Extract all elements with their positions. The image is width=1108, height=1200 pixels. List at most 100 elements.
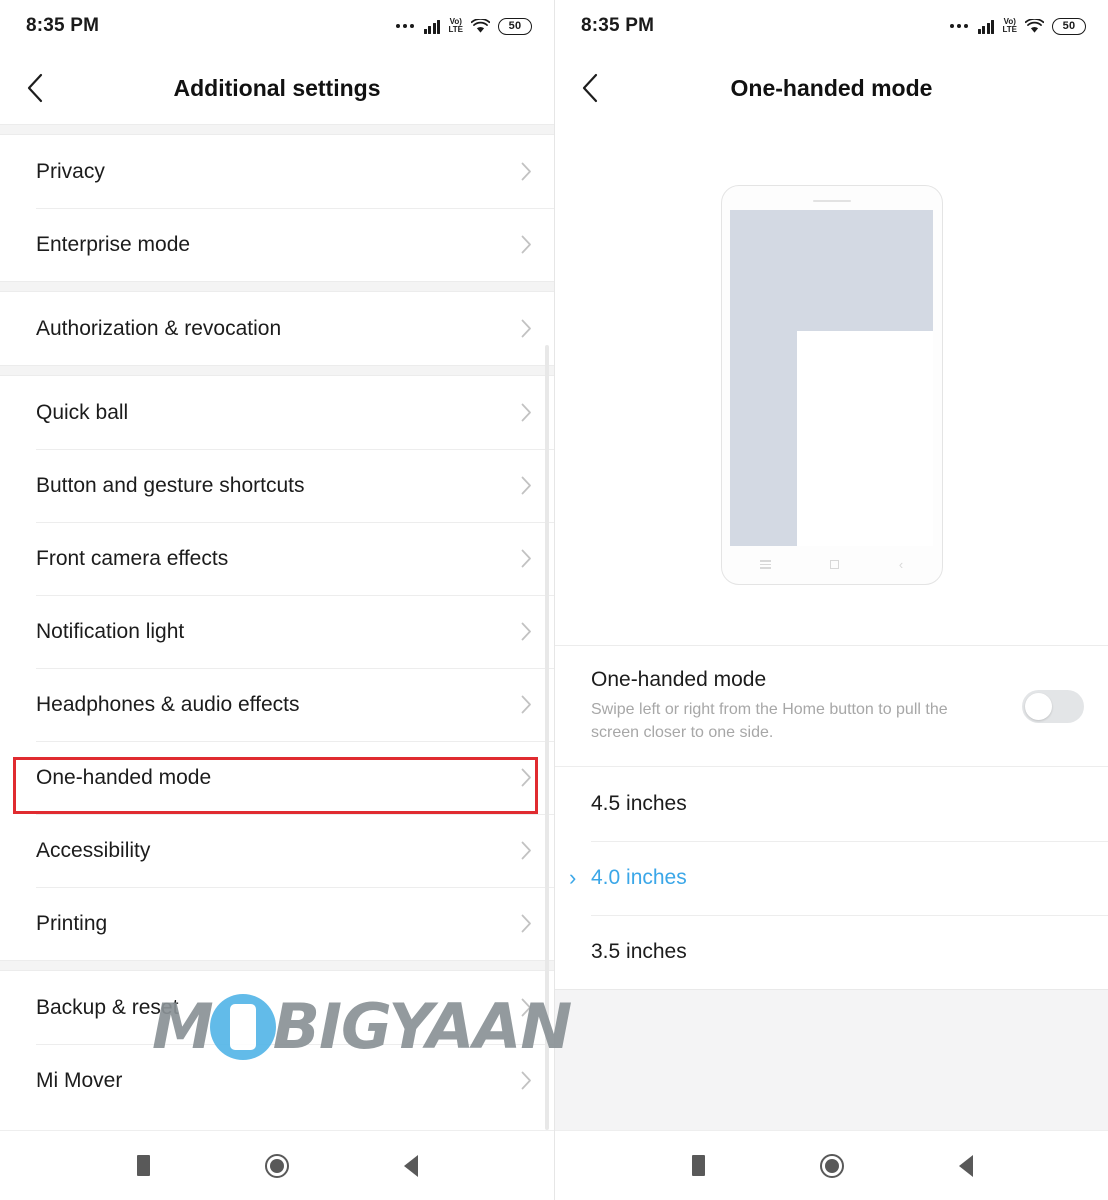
- chevron-right-icon: [521, 235, 532, 254]
- list-item-label: Button and gesture shortcuts: [36, 473, 305, 497]
- back-button[interactable]: [388, 1143, 434, 1189]
- chevron-right-icon: [521, 768, 532, 787]
- volte-bottom: LTE: [1002, 25, 1017, 34]
- group-separator: [0, 281, 554, 292]
- list-item-label: Headphones & audio effects: [36, 692, 300, 716]
- toggle-texts: One-handed mode Swipe left or right from…: [591, 668, 1022, 744]
- sidebar-item-enterprise-mode[interactable]: Enterprise mode: [0, 208, 554, 281]
- size-option-3-5-inches[interactable]: › 3.5 inches: [555, 915, 1108, 990]
- sidebar-item-front-camera-effects[interactable]: Front camera effects: [0, 522, 554, 595]
- size-option-label: 4.5 inches: [591, 792, 687, 816]
- chevron-right-icon: [521, 549, 532, 568]
- right-panel-body: ‹ One-handed mode Swipe left or right fr…: [555, 124, 1108, 1200]
- size-option-4-0-inches[interactable]: › 4.0 inches: [555, 841, 1108, 916]
- chevron-right-icon: [521, 914, 532, 933]
- phone-speaker-icon: [812, 199, 851, 203]
- status-time: 8:35 PM: [26, 15, 100, 36]
- battery-icon: 50: [498, 17, 532, 35]
- status-bar-right: 8:35 PM Vo) LTE 50: [555, 0, 1108, 52]
- page-title-right: One-handed mode: [730, 74, 933, 101]
- volte-icon: Vo) LTE: [1002, 18, 1017, 34]
- sidebar-item-backup-reset[interactable]: Backup & reset: [0, 971, 554, 1044]
- list-item-label: Enterprise mode: [36, 232, 191, 256]
- recents-button[interactable]: [675, 1143, 721, 1189]
- status-icons: Vo) LTE 50: [949, 17, 1086, 35]
- list-item-label: Printing: [36, 911, 108, 935]
- size-option-4-5-inches[interactable]: › 4.5 inches: [555, 767, 1108, 842]
- home-square-icon: [830, 560, 840, 570]
- vertical-scrollbar[interactable]: [545, 345, 549, 1130]
- menu-icon: [759, 560, 771, 569]
- chevron-right-icon: [521, 319, 532, 338]
- wifi-icon: [470, 17, 491, 34]
- back-button-right[interactable]: [555, 52, 625, 124]
- volte-icon: Vo) LTE: [448, 18, 463, 34]
- shrunk-screen-area: [797, 330, 933, 546]
- list-item-label: Notification light: [36, 619, 185, 643]
- settings-group-3: Quick ball Button and gesture shortcuts …: [0, 376, 554, 960]
- sidebar-item-quick-ball[interactable]: Quick ball: [0, 376, 554, 449]
- list-item-label: Accessibility: [36, 838, 151, 862]
- battery-icon: 50: [1052, 17, 1086, 35]
- back-button-left[interactable]: [0, 52, 70, 124]
- one-handed-mode-toggle-row[interactable]: One-handed mode Swipe left or right from…: [555, 646, 1108, 768]
- status-time: 8:35 PM: [581, 15, 655, 36]
- home-button[interactable]: [809, 1143, 855, 1189]
- back-button[interactable]: [943, 1143, 989, 1189]
- home-button[interactable]: [254, 1143, 300, 1189]
- settings-group-1: Privacy Enterprise mode: [0, 135, 554, 281]
- chevron-right-icon: [521, 476, 532, 495]
- list-item-label: Front camera effects: [36, 546, 229, 570]
- back-chevron-icon: ‹: [898, 557, 904, 573]
- list-item-label: Authorization & revocation: [36, 316, 282, 340]
- recents-button[interactable]: [120, 1143, 166, 1189]
- wifi-icon: [1024, 17, 1045, 34]
- signal-icon: [977, 19, 995, 34]
- volte-bottom: LTE: [448, 25, 463, 34]
- list-item-label: Privacy: [36, 159, 105, 183]
- navigation-bar-left: [0, 1130, 554, 1200]
- right-panel-one-handed-mode: 8:35 PM Vo) LTE 50 One-handed mode ‹ One…: [554, 0, 1108, 1200]
- chevron-right-icon: [521, 622, 532, 641]
- list-item-label: Quick ball: [36, 400, 129, 424]
- left-panel-additional-settings: 8:35 PM Vo) LTE 50 Additional settings P…: [0, 0, 554, 1200]
- one-handed-mode-switch[interactable]: [1022, 689, 1084, 723]
- group-separator: [0, 124, 554, 135]
- page-title-left: Additional settings: [173, 74, 381, 101]
- sidebar-item-authorization-revocation[interactable]: Authorization & revocation: [0, 292, 554, 365]
- switch-knob: [1025, 692, 1052, 720]
- phone-one-handed-preview: ‹: [720, 184, 943, 585]
- phone-illustration-stage: ‹: [555, 124, 1108, 646]
- settings-group-2: Authorization & revocation: [0, 292, 554, 365]
- sidebar-item-one-handed-mode[interactable]: One-handed mode: [0, 741, 554, 814]
- group-separator: [0, 960, 554, 971]
- app-bar-right: One-handed mode: [555, 52, 1108, 124]
- list-item-label: One-handed mode: [36, 765, 212, 789]
- group-separator: [0, 365, 554, 376]
- sidebar-item-privacy[interactable]: Privacy: [0, 135, 554, 208]
- dual-screenshot: 8:35 PM Vo) LTE 50 Additional settings P…: [0, 0, 1108, 1200]
- navigation-bar-right: [555, 1130, 1108, 1200]
- sidebar-item-notification-light[interactable]: Notification light: [0, 595, 554, 668]
- chevron-right-icon: [521, 1071, 532, 1090]
- phone-nav-bar: ‹: [730, 546, 933, 584]
- sidebar-item-button-and-gesture-shortcuts[interactable]: Button and gesture shortcuts: [0, 449, 554, 522]
- toggle-title: One-handed mode: [591, 668, 767, 691]
- sidebar-item-printing[interactable]: Printing: [0, 887, 554, 960]
- phone-screen: [730, 210, 933, 546]
- settings-group-4: Backup & reset Mi Mover: [0, 971, 554, 1117]
- more-dots-icon: [949, 24, 968, 28]
- status-bar-left: 8:35 PM Vo) LTE 50: [0, 0, 554, 52]
- sidebar-item-headphones-audio-effects[interactable]: Headphones & audio effects: [0, 668, 554, 741]
- sidebar-item-accessibility[interactable]: Accessibility: [0, 814, 554, 887]
- chevron-right-icon: [521, 695, 532, 714]
- list-item-label: Backup & reset: [36, 995, 179, 1019]
- chevron-right-icon: [521, 841, 532, 860]
- sidebar-item-mi-mover[interactable]: Mi Mover: [0, 1044, 554, 1117]
- selected-chevron-icon: ›: [569, 865, 577, 891]
- signal-icon: [423, 19, 441, 34]
- chevron-right-icon: [521, 998, 532, 1017]
- status-icons: Vo) LTE 50: [395, 17, 532, 35]
- toggle-description: Swipe left or right from the Home button…: [591, 701, 948, 742]
- size-option-label: 3.5 inches: [591, 940, 687, 964]
